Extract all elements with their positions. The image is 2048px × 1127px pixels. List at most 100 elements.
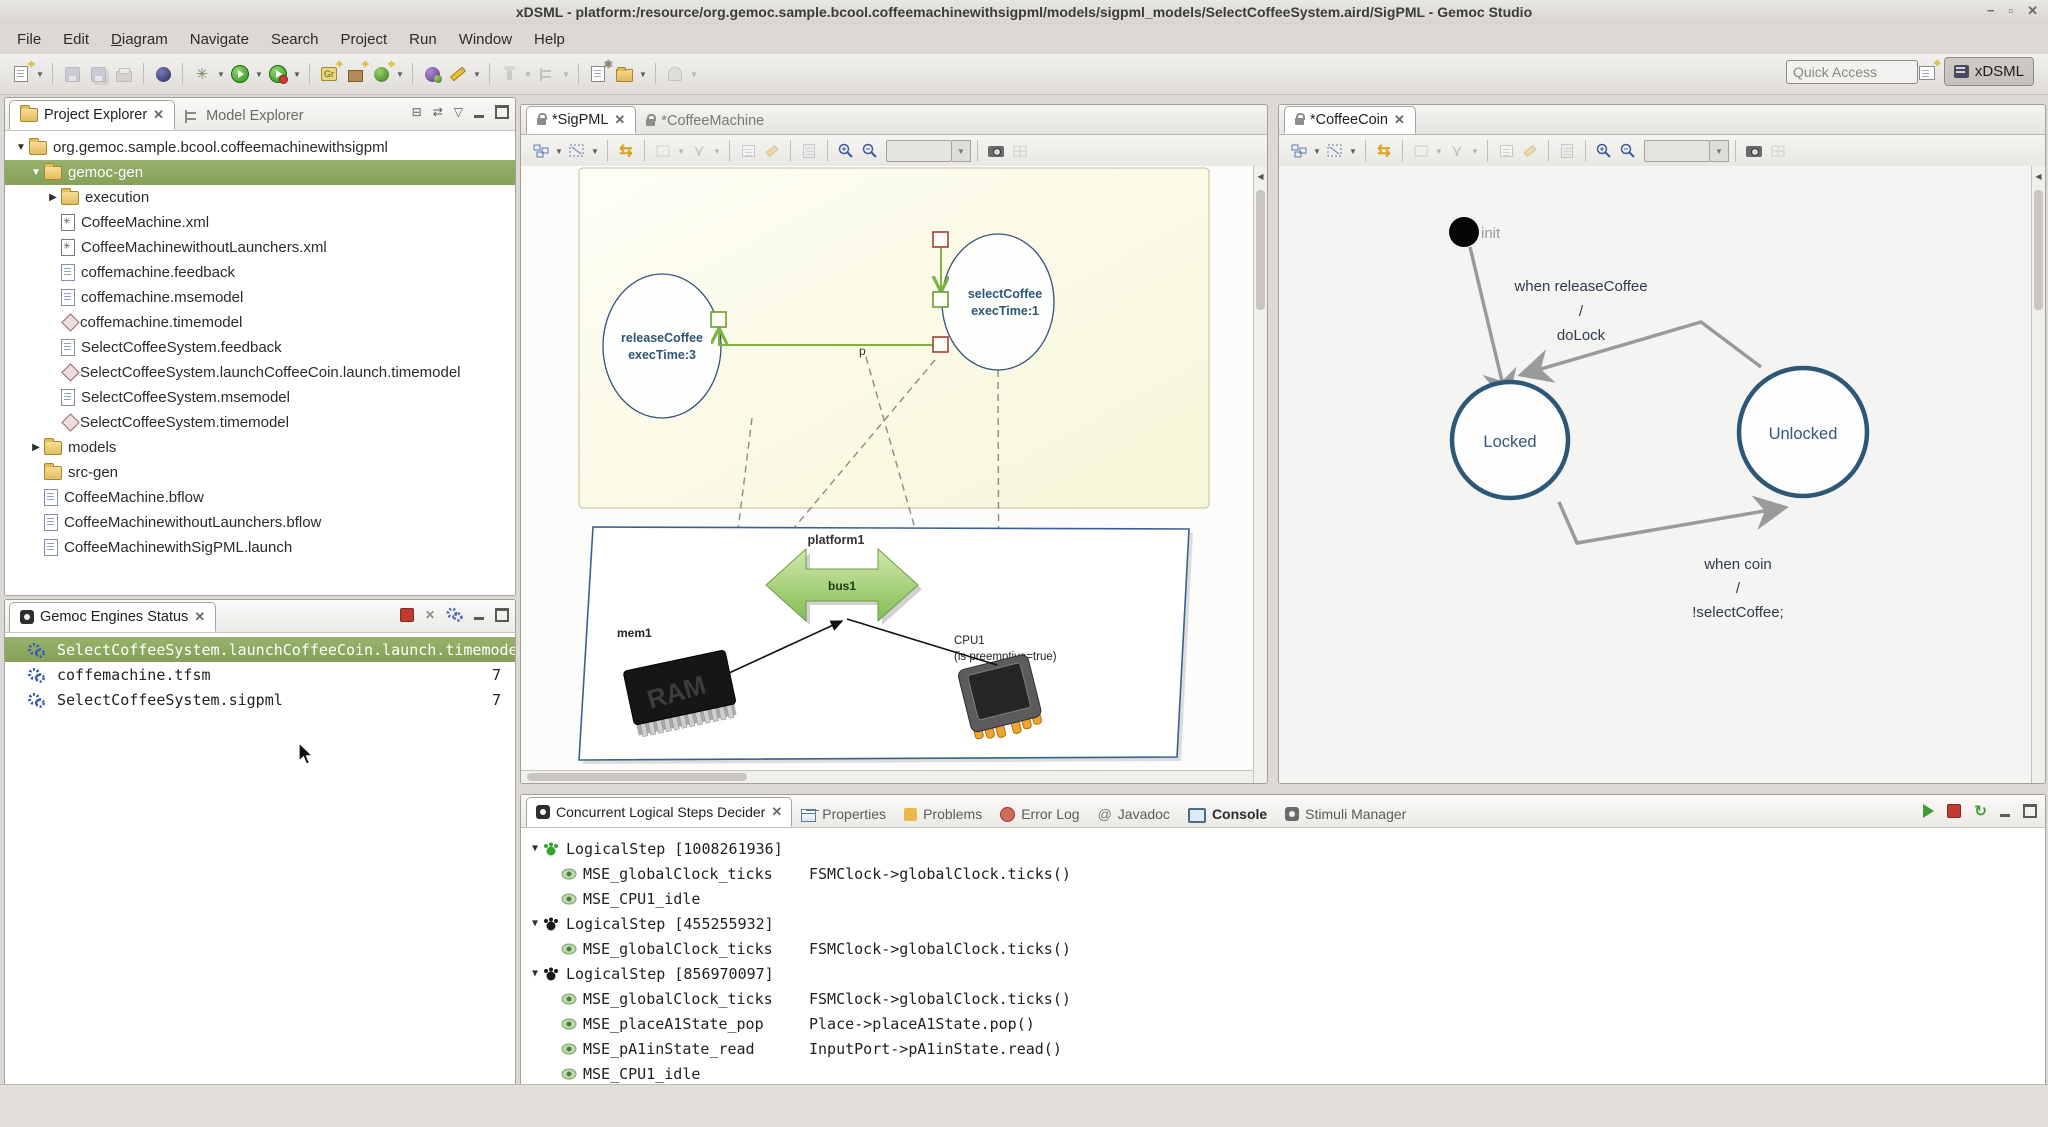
collapse-all-icon[interactable]: ⊟ [412,105,422,119]
layout-dropdown[interactable]: ▼ [1311,147,1323,156]
last-edit-button[interactable] [663,62,687,86]
logical-step-row[interactable]: ▼ LogicalStep [856970097] [521,961,2045,986]
close-window-button[interactable]: ✕ [2027,3,2038,19]
layout-icon[interactable] [530,140,552,162]
type-hierarchy-button[interactable] [535,62,559,86]
engine-gears-icon[interactable] [446,607,463,622]
tree-item-project[interactable]: ▼org.gemoc.sample.bcool.coffeemachinewit… [5,135,515,160]
palette-collapse-icon[interactable]: ◀ [2032,172,2045,181]
refresh-icon[interactable]: ⇆ [615,140,637,162]
layout-dropdown[interactable]: ▼ [553,147,565,156]
minimize-view-icon[interactable] [474,115,484,118]
actor-selectcoffee[interactable] [942,234,1054,370]
close-decider-tab-icon[interactable]: ✕ [771,804,782,820]
tree-item-selectcoffeesystem-timemodel[interactable]: SelectCoffeeSystem.timemodel [5,410,515,435]
menu-run[interactable]: Run [398,28,448,51]
select-mode-icon[interactable] [1324,140,1346,162]
output-port[interactable] [933,337,948,352]
maximize-view-icon[interactable] [495,105,509,119]
select-mode-dropdown[interactable]: ▼ [1347,147,1359,156]
zoom-level-dropdown[interactable]: ▼ [1710,140,1729,162]
tree-item-coffeemachine-wo-launchers-xml[interactable]: CoffeeMachinewithoutLaunchers.xml [5,235,515,260]
tree-item-src-gen[interactable]: src-gen [5,460,515,485]
shape-tool-icon[interactable] [1410,140,1432,162]
search-icon[interactable] [151,62,175,86]
connector-tool-dropdown[interactable]: ▼ [1469,147,1481,156]
transition-locked-unlocked[interactable] [1559,502,1782,543]
tree-item-coffeemachine-bflow[interactable]: CoffeeMachine.bflow [5,485,515,510]
initial-state[interactable] [1449,217,1479,247]
close-engines-status-icon[interactable]: ✕ [194,609,205,625]
coffeecoin-palette-strip[interactable]: ◀ [2031,166,2045,783]
play-step-icon[interactable] [1923,804,1934,818]
tab-stimuli-manager[interactable]: Stimuli Manager [1276,801,1415,827]
actor-releasecoffee[interactable] [603,274,721,418]
menu-window[interactable]: Window [448,28,523,51]
quick-access-input[interactable]: Quick Access [1786,60,1918,84]
type-hierarchy-dropdown[interactable]: ▼ [560,70,572,79]
tree-item-coffeemachinewithsigpml-launch[interactable]: CoffeeMachinewithSigPML.launch [5,535,515,560]
sigpml-hscrollbar[interactable] [521,770,1254,783]
mse-event-row[interactable]: MSE_pA1inState_readInputPort->pA1inState… [521,1036,2045,1061]
tab-project-explorer[interactable]: Project Explorer ✕ [9,100,175,130]
close-coffeecoin-tab-icon[interactable]: ✕ [1394,112,1405,128]
minimize-panel-icon[interactable] [2000,814,2010,817]
menu-edit[interactable]: Edit [52,28,100,51]
save-all-button[interactable] [86,62,110,86]
logical-step-row[interactable]: ▼ LogicalStep [455255932] [521,911,2045,936]
tree-item-execution[interactable]: ▶execution [5,185,515,210]
edit-diagram-icon[interactable] [1519,140,1541,162]
transition-label[interactable]: doLock [1557,327,1606,344]
tree-item-coffemachine-msemodel[interactable]: coffemachine.msemodel [5,285,515,310]
select-mode-icon[interactable] [566,140,588,162]
external-tools-dropdown[interactable]: ▼ [215,70,227,79]
menu-help[interactable]: Help [523,28,576,51]
back-dropdown[interactable]: ▼ [688,70,700,79]
close-project-explorer-icon[interactable]: ✕ [153,107,164,123]
input-port[interactable] [933,292,948,307]
zoom-level-dropdown[interactable]: ▼ [952,140,971,162]
engine-row-timemodel[interactable]: SelectCoffeeSystem.launchCoffeeCoin.laun… [5,637,515,662]
print-button[interactable] [112,62,136,86]
mse-event-row[interactable]: MSE_globalClock_ticksFSMClock->globalClo… [521,986,2045,1011]
run-configurations-dropdown[interactable]: ▼ [291,70,303,79]
tab-sigpml[interactable]: *SigPML ✕ [526,106,636,134]
transition-label[interactable]: !selectCoffee; [1692,604,1783,621]
zoom-level-combo[interactable] [1644,140,1710,162]
export-diagram-icon[interactable] [1495,140,1517,162]
link-with-editor-icon[interactable]: ⇄ [433,105,443,119]
annotate-dropdown[interactable]: ▼ [471,70,483,79]
select-mode-dropdown[interactable]: ▼ [589,147,601,156]
tree-item-selectcoffeesystem-feedback[interactable]: SelectCoffeeSystem.feedback [5,335,515,360]
zoom-out-icon[interactable] [1617,140,1639,162]
paste-icon[interactable] [798,140,820,162]
zoom-level-combo[interactable] [886,140,952,162]
zoom-out-icon[interactable] [859,140,881,162]
pin-button[interactable] [497,62,521,86]
maximize-panel-icon[interactable] [2023,804,2037,818]
connector-tool-icon[interactable]: ⋎ [688,140,710,162]
model-box-button[interactable]: ✦ [343,62,367,86]
edit-diagram-icon[interactable] [761,140,783,162]
tree-item-coffemachine-timemodel[interactable]: coffemachine.timemodel [5,310,515,335]
annotate-button[interactable] [446,62,470,86]
mse-event-row[interactable]: MSE_CPU1_idle [521,886,2045,911]
tab-javadoc[interactable]: @Javadoc [1089,801,1179,827]
grid-icon[interactable] [1767,140,1789,162]
connector-tool-icon[interactable]: ⋎ [1446,140,1468,162]
logical-step-row[interactable]: ▼ LogicalStep [1008261936] [521,836,2045,861]
run-button[interactable] [228,62,252,86]
refresh-icon[interactable]: ⇆ [1373,140,1395,162]
sigpml-canvas[interactable]: p releaseCoffee execTime:3 selectCoffee … [521,166,1267,783]
open-folder-button[interactable] [612,62,636,86]
tab-gemoc-engines-status[interactable]: Gemoc Engines Status ✕ [9,602,216,632]
tree-item-coffeemachine-xml[interactable]: CoffeeMachine.xml [5,210,515,235]
mse-event-row[interactable]: MSE_globalClock_ticksFSMClock->globalClo… [521,936,2045,961]
coffeecoin-vscrollbar[interactable] [2034,190,2043,310]
screenshot-icon[interactable] [1743,140,1765,162]
external-tools-button[interactable]: ✳ [190,62,214,86]
refresh-steps-icon[interactable]: ↻ [1974,802,1987,820]
maximize-window-button[interactable]: ▫ [2008,3,2013,19]
save-button[interactable] [60,62,84,86]
paste-icon[interactable] [1556,140,1578,162]
